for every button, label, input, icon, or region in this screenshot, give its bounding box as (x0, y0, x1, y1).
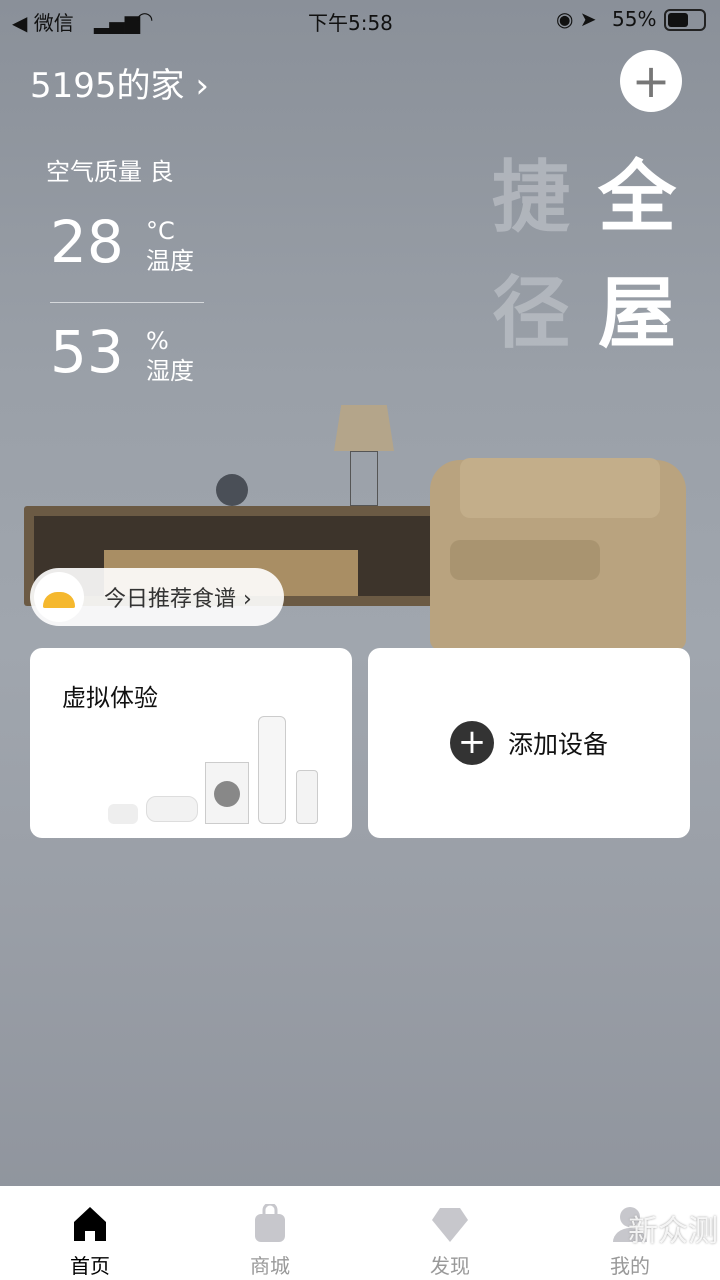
air-conditioner-image (258, 716, 286, 824)
temperature-value: 28 (50, 208, 124, 276)
humidity-unit: % (146, 327, 169, 355)
diamond-icon (432, 1208, 468, 1242)
air-quality: 空气质量 良 (46, 158, 174, 186)
service-bell-icon (34, 572, 84, 622)
recipe-button[interactable]: 今日推荐食谱 › (30, 568, 284, 626)
add-button[interactable]: + (620, 50, 682, 112)
plus-icon: + (631, 54, 671, 108)
plus-circle-icon: + (449, 721, 494, 765)
home-selector[interactable]: 5195的家 › (30, 58, 209, 107)
shopping-bag-icon (255, 1204, 285, 1242)
tab-shop[interactable]: 商城 (180, 1186, 360, 1280)
temperature-label: 温度 (146, 247, 194, 275)
signal-icon: ▂▄▆ (94, 10, 141, 34)
status-bar: ◀ 微信 ▂▄▆ ◠ 下午5:58 ◉ ➤ 55% (0, 0, 720, 40)
divider (50, 302, 204, 303)
washer-image (205, 762, 249, 824)
recipe-label: 今日推荐食谱 › (104, 587, 252, 612)
water-heater-image (146, 796, 198, 822)
slogan-col2: 全屋 (598, 153, 677, 359)
card-title: 虚拟体验 (62, 684, 158, 712)
home-icon (74, 1207, 106, 1241)
slogan-col1: 捷径 (492, 153, 571, 359)
add-device-card[interactable]: + 添加设备 (368, 648, 690, 838)
tab-home[interactable]: 首页 (0, 1186, 180, 1280)
temperature-unit: °C (146, 217, 175, 245)
tab-discover[interactable]: 发现 (360, 1186, 540, 1280)
clock: 下午5:58 (308, 11, 393, 35)
battery-percent: 55% (612, 7, 657, 31)
rice-cooker-image (108, 804, 138, 824)
add-device-label: 添加设备 (507, 730, 608, 759)
battery-icon (664, 9, 706, 31)
watermark: 新众测 (628, 1214, 718, 1249)
wifi-icon: ◠ (136, 7, 154, 31)
back-to-app[interactable]: ◀ 微信 (12, 7, 74, 36)
humidity-label: 湿度 (146, 357, 194, 385)
virtual-experience-card[interactable]: 虚拟体验 (30, 648, 352, 838)
tab-bar: 首页 商城 发现 我的 新众测 (0, 1186, 720, 1280)
purifier-image (296, 770, 318, 824)
humidity-value: 53 (50, 318, 124, 386)
location-icon: ◉ ➤ (556, 7, 597, 31)
